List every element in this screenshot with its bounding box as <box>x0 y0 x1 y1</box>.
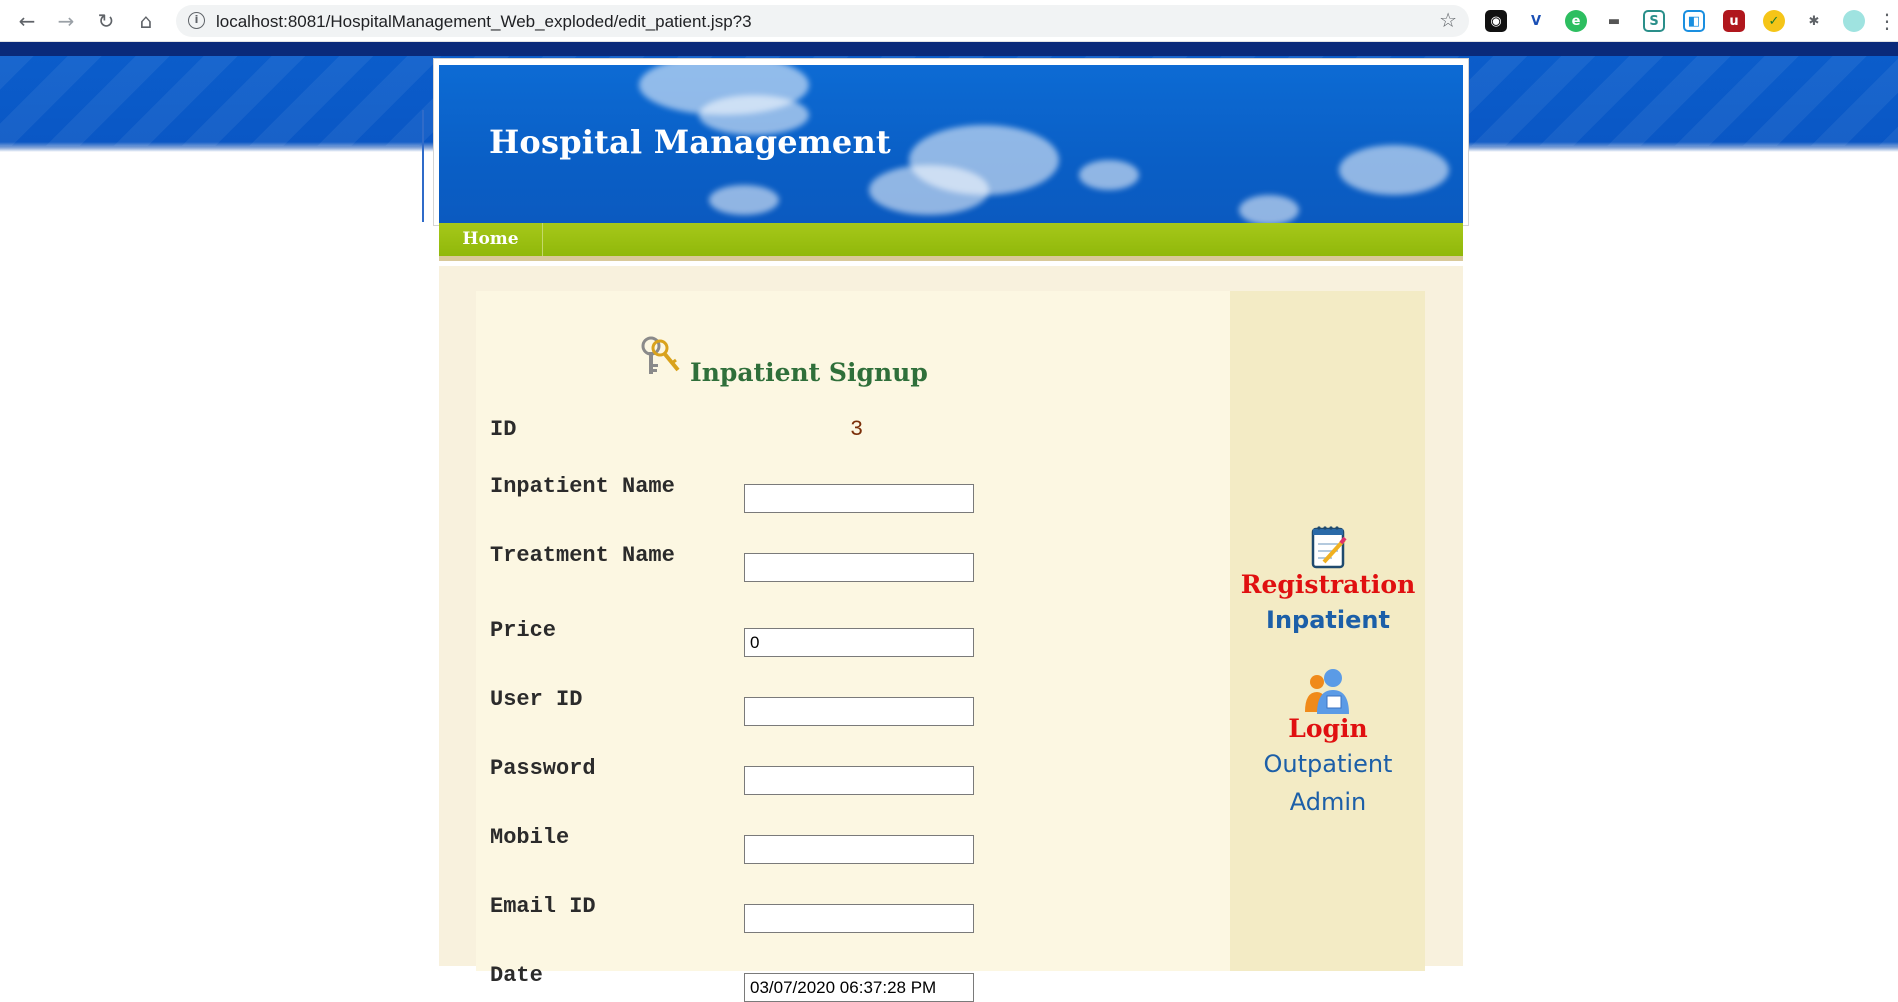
bookmark-star-icon[interactable]: ☆ <box>1439 8 1457 32</box>
users-icon <box>1305 669 1349 714</box>
header-accent-line <box>422 110 424 222</box>
mobile-input[interactable] <box>744 835 974 864</box>
password-label: Password <box>490 756 596 781</box>
email-id-input[interactable] <box>744 904 974 933</box>
id-label: ID <box>490 417 517 442</box>
id-value: 3 <box>850 417 864 442</box>
treatment-name-label: Treatment Name <box>490 543 675 568</box>
treatment-name-input[interactable] <box>744 553 974 582</box>
sidebar-link-admin[interactable]: Admin <box>1228 788 1428 816</box>
header-banner: Hospital Management <box>439 65 1463 223</box>
nav-home-link[interactable]: Home <box>439 223 543 256</box>
sidebar-login-heading: Login <box>1288 714 1368 743</box>
url-text[interactable]: localhost:8081/HospitalManagement_Web_ex… <box>216 12 752 32</box>
extension-camera-icon[interactable]: ▬ <box>1603 10 1625 32</box>
date-input[interactable] <box>744 973 974 1002</box>
home-icon[interactable]: ⌂ <box>133 8 159 34</box>
site-title: Hospital Management <box>489 123 891 161</box>
sidebar-link-inpatient[interactable]: Inpatient <box>1228 606 1428 634</box>
extension-screenshot-icon[interactable]: ◧ <box>1683 10 1705 32</box>
extension-check-icon[interactable]: ✓ <box>1763 10 1785 32</box>
reload-icon[interactable]: ↻ <box>93 8 119 34</box>
site-info-icon[interactable]: i <box>188 12 205 29</box>
main-navbar: Home <box>439 223 1463 261</box>
user-id-input[interactable] <box>744 697 974 726</box>
forward-icon[interactable]: → <box>53 8 79 34</box>
price-label: Price <box>490 618 557 643</box>
sidebar-link-outpatient[interactable]: Outpatient <box>1228 750 1428 778</box>
date-label: Date <box>490 963 543 988</box>
menu-dots-icon[interactable]: ⋮ <box>1877 8 1897 34</box>
inpatient-name-input[interactable] <box>744 484 974 513</box>
extension-incognito-icon[interactable]: ◉ <box>1485 10 1507 32</box>
email-id-label: Email ID <box>490 894 596 919</box>
notepad-icon <box>1311 526 1347 569</box>
user-id-label: User ID <box>490 687 583 712</box>
back-icon[interactable]: ← <box>14 8 40 34</box>
extensions-puzzle-icon[interactable]: ✱ <box>1803 10 1825 32</box>
mobile-label: Mobile <box>490 825 570 850</box>
extension-ublock-icon[interactable]: u <box>1723 10 1745 32</box>
password-input[interactable] <box>744 766 974 795</box>
inpatient-name-label: Inpatient Name <box>490 474 675 499</box>
price-input[interactable] <box>744 628 974 657</box>
extension-evernote-icon[interactable]: e <box>1565 10 1587 32</box>
address-bar[interactable]: i localhost:8081/HospitalManagement_Web_… <box>176 5 1469 37</box>
profile-avatar-icon[interactable] <box>1843 10 1865 32</box>
extension-v-icon[interactable]: V <box>1525 10 1547 32</box>
sidebar-registration-heading: Registration <box>1240 570 1416 599</box>
extension-s-icon[interactable]: S <box>1643 10 1665 32</box>
keys-icon <box>641 336 680 374</box>
form-title: Inpatient Signup <box>690 358 928 387</box>
browser-toolbar: ← → ↻ ⌂ i localhost:8081/HospitalManagem… <box>0 0 1898 42</box>
